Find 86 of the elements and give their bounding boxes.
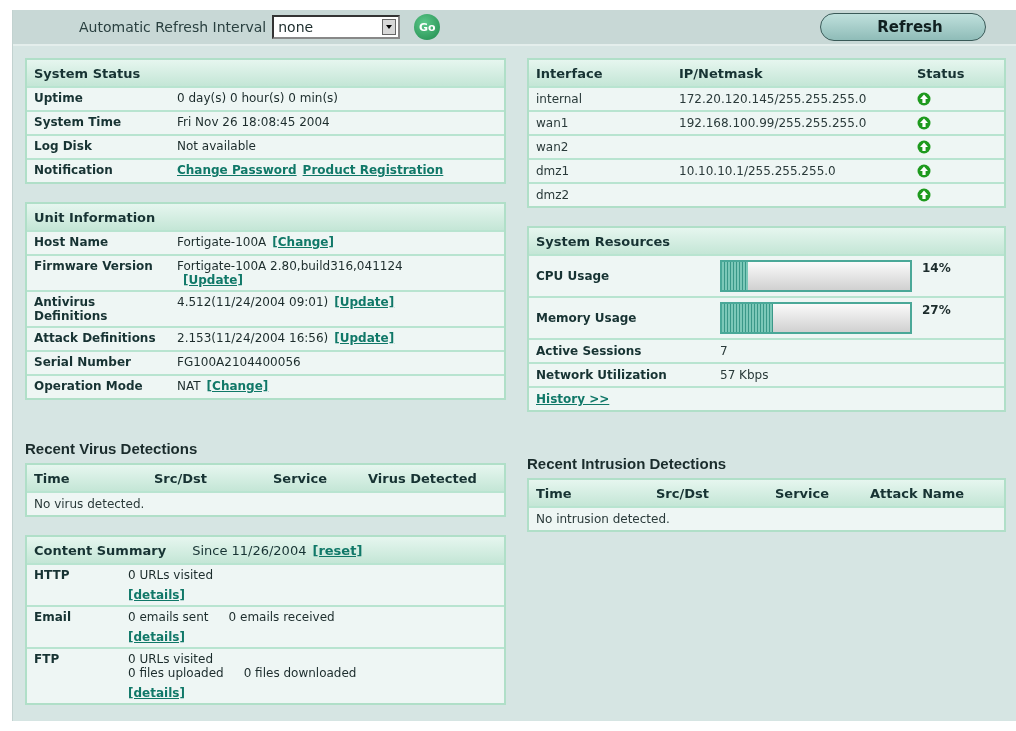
- count-text: 0 emails received: [228, 610, 335, 624]
- column-header: Virus Detected: [368, 470, 478, 486]
- column-header: Attack Name: [870, 485, 966, 501]
- link[interactable]: [Update]: [183, 273, 243, 287]
- column-header: Src/Dst: [656, 485, 710, 501]
- panel-title: Unit Information: [34, 209, 156, 225]
- refresh-button[interactable]: Refresh: [820, 13, 986, 41]
- since-date: Since 11/26/2004: [192, 542, 307, 558]
- value-text: 7: [720, 343, 729, 360]
- field-label: Firmware Version: [34, 258, 154, 275]
- value-text: 57 Kbps: [720, 367, 770, 384]
- field-label: Notification: [34, 162, 114, 179]
- field-label: HTTP: [34, 567, 71, 584]
- reset-link[interactable]: [reset]: [312, 542, 363, 558]
- value-text: Fortigate-100A 2.80,build316,041124: [177, 259, 403, 273]
- up-arrow-icon: [917, 164, 931, 178]
- panel-title: System Status: [34, 65, 141, 81]
- field-label: Network Utilization: [536, 367, 668, 384]
- ip-netmask: 10.10.10.1/255.255.255.0: [679, 163, 837, 180]
- interval-select[interactable]: none: [272, 15, 401, 39]
- value-text: NAT: [177, 379, 201, 393]
- field-label: Host Name: [34, 234, 110, 251]
- field-label: Memory Usage: [536, 310, 638, 327]
- column-header: Service: [775, 485, 831, 501]
- section-title: Recent Virus Detections: [25, 440, 199, 457]
- interface-name: wan2: [536, 139, 570, 156]
- interface-name: dmz2: [536, 187, 571, 204]
- field-label: CPU Usage: [536, 268, 611, 285]
- value-text: Not available: [177, 139, 256, 153]
- panel-title: Content Summary: [34, 542, 167, 558]
- field-label: Operation Mode: [34, 378, 144, 395]
- up-arrow-icon: [917, 140, 931, 154]
- field-label: Serial Number: [34, 354, 132, 371]
- details-link[interactable]: [details]: [128, 588, 185, 602]
- field-label: Email: [34, 609, 73, 626]
- value-text: FG100A2104400056: [177, 355, 301, 369]
- usage-reading: 14%: [921, 260, 952, 275]
- column-header: Time: [536, 485, 573, 501]
- count-text: 0 files downloaded: [243, 666, 357, 680]
- count-text: 0 emails sent: [128, 610, 209, 624]
- value-text: Fri Nov 26 18:08:45 2004: [177, 115, 330, 129]
- field-label: System Time: [34, 114, 123, 131]
- link[interactable]: [Change]: [272, 235, 334, 249]
- column-header: Interface: [536, 65, 604, 81]
- up-arrow-icon: [917, 188, 931, 202]
- ip-netmask: 192.168.100.99/255.255.255.0: [679, 115, 868, 132]
- ip-netmask: 172.20.120.145/255.255.255.0: [679, 91, 868, 108]
- link[interactable]: [Change]: [206, 379, 269, 393]
- count-text: 0 files uploaded: [128, 666, 224, 680]
- field-label: Antivirus Definitions: [34, 294, 109, 325]
- link[interactable]: [Update]: [334, 295, 395, 309]
- column-header: Status: [917, 65, 966, 81]
- value-text: Fortigate-100A: [177, 235, 267, 249]
- link[interactable]: [Update]: [334, 331, 395, 345]
- link[interactable]: Change Password: [177, 163, 297, 177]
- up-arrow-icon: [917, 92, 931, 106]
- empty-message: No virus detected.: [34, 496, 146, 513]
- interface-name: wan1: [536, 115, 570, 132]
- go-button[interactable]: Go: [414, 14, 441, 40]
- column-header: Service: [273, 470, 329, 486]
- column-header: Src/Dst: [154, 470, 208, 486]
- field-label: Attack Definitions: [34, 330, 157, 347]
- count-text: 0 URLs visited: [128, 568, 214, 582]
- value-text: 0 day(s) 0 hour(s) 0 min(s): [177, 91, 338, 105]
- up-arrow-icon: [917, 116, 931, 130]
- usage-reading: 27%: [921, 302, 952, 317]
- refresh-interval-label: Automatic Refresh Interval: [79, 19, 267, 35]
- interface-name: internal: [536, 91, 584, 108]
- field-label: Uptime: [34, 90, 84, 107]
- section-title: Recent Intrusion Detections: [527, 455, 728, 472]
- link[interactable]: Product Registration: [302, 163, 444, 177]
- history-link[interactable]: History >>: [536, 392, 610, 406]
- count-text: 0 URLs visited: [128, 652, 214, 666]
- interface-name: dmz1: [536, 163, 571, 180]
- details-link[interactable]: [details]: [128, 686, 185, 700]
- dropdown-icon: [382, 19, 397, 35]
- empty-message: No intrusion detected.: [536, 511, 671, 528]
- column-header: Time: [34, 470, 71, 486]
- field-label: FTP: [34, 651, 61, 668]
- value-text: 4.512(11/24/2004 09:01): [177, 295, 329, 309]
- field-label: Active Sessions: [536, 343, 643, 360]
- field-label: Log Disk: [34, 138, 93, 155]
- value-text: 2.153(11/24/2004 16:56): [177, 331, 329, 345]
- details-link[interactable]: [details]: [128, 630, 185, 644]
- column-header: IP/Netmask: [679, 65, 764, 81]
- panel-title: System Resources: [536, 233, 671, 249]
